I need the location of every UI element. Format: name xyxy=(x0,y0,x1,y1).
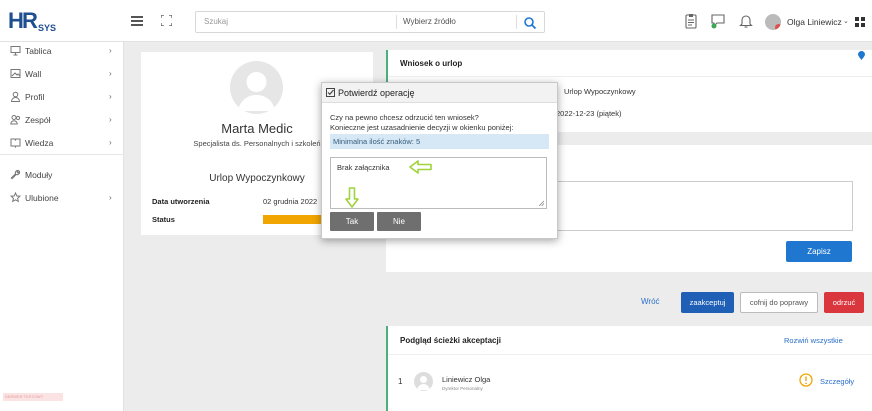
book-icon xyxy=(10,138,21,148)
chevron-right-icon: › xyxy=(109,46,112,55)
approver-role: Dyrektor Personalny xyxy=(442,386,483,391)
sidebar-item-label: Moduły xyxy=(25,170,53,180)
sidebar-item-wall[interactable]: Wall › xyxy=(0,66,124,84)
pin-icon xyxy=(858,51,865,60)
apps-grid-icon[interactable] xyxy=(855,17,865,27)
checkbox-icon xyxy=(326,88,335,97)
chevron-right-icon: › xyxy=(109,92,112,101)
panel-title: Podgląd ścieżki akceptacji xyxy=(400,336,501,345)
warning-icon xyxy=(799,373,813,387)
top-bar: H R SYS Szukaj Wybierz źródło Olga Liniewi… xyxy=(0,0,872,42)
save-button[interactable]: Zapisz xyxy=(786,241,852,262)
dialog-header[interactable]: Potwierdź operację xyxy=(322,83,557,103)
chevron-right-icon: › xyxy=(109,69,112,78)
sidebar-item-ulubione[interactable]: Ulubione › xyxy=(0,190,124,208)
created-label: Data utworzenia xyxy=(152,197,210,206)
search-bar: Szukaj Wybierz źródło xyxy=(195,11,545,33)
avatar xyxy=(414,372,433,391)
sidebar-item-wiedza[interactable]: Wiedza › xyxy=(0,135,124,153)
no-button[interactable]: Nie xyxy=(377,212,421,231)
comment-textarea[interactable] xyxy=(556,181,853,231)
step-number: 1 xyxy=(398,377,403,386)
test-server-badge: SERWER TESTOWY xyxy=(3,393,63,401)
sidebar-item-zespol[interactable]: Zespół › xyxy=(0,112,124,130)
reason-textarea[interactable]: Brak załącznika xyxy=(330,157,547,209)
sidebar-item-label: Wall xyxy=(25,69,42,79)
min-chars-hint: Minimalna ilość znaków: 5 xyxy=(330,134,549,149)
sidebar-item-label: Profil xyxy=(25,92,45,102)
chevron-right-icon: › xyxy=(109,193,112,202)
confirm-dialog: Potwierdź operację Czy na pewno chcesz o… xyxy=(321,82,558,239)
return-for-correction-button[interactable]: cofnij do poprawy xyxy=(740,292,818,313)
user-name[interactable]: Olga Liniewicz xyxy=(787,17,842,27)
monitor-icon xyxy=(10,46,21,56)
avatar xyxy=(230,61,283,114)
yes-button[interactable]: Tak xyxy=(330,212,374,231)
image-icon xyxy=(10,69,21,78)
arrow-down-icon xyxy=(345,187,359,208)
accept-button[interactable]: zaakceptuj xyxy=(681,292,734,313)
sidebar-divider xyxy=(0,154,124,155)
search-icon[interactable] xyxy=(523,16,537,30)
sidebar-item-label: Ulubione xyxy=(25,193,59,203)
back-link[interactable]: Wróć xyxy=(641,297,660,306)
sidebar-item-label: Zespół xyxy=(25,115,51,125)
user-avatar[interactable] xyxy=(765,14,781,30)
sidebar-item-profil[interactable]: Profil › xyxy=(0,89,124,107)
user-icon xyxy=(10,91,21,102)
search-input[interactable]: Szukaj xyxy=(204,17,228,26)
sidebar: Tablica › Wall › Profil › Zespół › Wiedz… xyxy=(0,42,124,411)
created-value: 02 grudnia 2022 xyxy=(263,197,318,206)
chevron-down-icon[interactable]: ⌄ xyxy=(843,17,849,25)
clipboard-icon[interactable] xyxy=(683,13,699,29)
chevron-right-icon: › xyxy=(109,115,112,124)
star-icon xyxy=(10,192,21,203)
resize-grip-icon[interactable] xyxy=(538,200,544,206)
fullscreen-icon[interactable] xyxy=(161,15,172,26)
request-type-value: Urlop Wypoczynkowy xyxy=(564,87,636,96)
chevron-right-icon: › xyxy=(109,138,112,147)
reason-text: Brak załącznika xyxy=(337,163,390,172)
dialog-question: Czy na pewno chcesz odrzucić ten wniosek… xyxy=(330,113,479,122)
arrow-left-icon xyxy=(409,160,432,174)
chat-icon[interactable] xyxy=(710,13,726,29)
acceptance-path-panel: Podgląd ścieżki akceptacji Rozwiń wszyst… xyxy=(386,326,872,411)
team-icon xyxy=(10,115,21,125)
hrsys-logo[interactable]: H R SYS xyxy=(8,8,56,36)
wrench-icon xyxy=(10,169,21,180)
details-link[interactable]: Szczegóły xyxy=(820,377,854,386)
expand-all-link[interactable]: Rozwiń wszystkie xyxy=(784,336,843,345)
dialog-title: Potwierdź operację xyxy=(338,88,415,98)
request-date-value: 2022-12-23 (piątek) xyxy=(556,109,622,118)
sidebar-item-moduly[interactable]: Moduły xyxy=(0,167,124,185)
status-label: Status xyxy=(152,215,175,224)
sidebar-item-label: Tablica xyxy=(25,46,52,56)
approver-name: Liniewicz Olga xyxy=(442,375,491,384)
panel-title: Wniosek o urlop xyxy=(400,59,463,68)
sidebar-item-tablica[interactable]: Tablica › xyxy=(0,43,124,61)
menu-icon[interactable] xyxy=(131,16,143,26)
source-select[interactable]: Wybierz źródło xyxy=(403,17,456,26)
sidebar-item-label: Wiedza xyxy=(25,138,54,148)
bell-icon[interactable] xyxy=(738,13,754,29)
dialog-note: Konieczne jest uzasadnienie decyzji w ok… xyxy=(330,123,514,132)
reject-button[interactable]: odrzuć xyxy=(824,292,864,313)
